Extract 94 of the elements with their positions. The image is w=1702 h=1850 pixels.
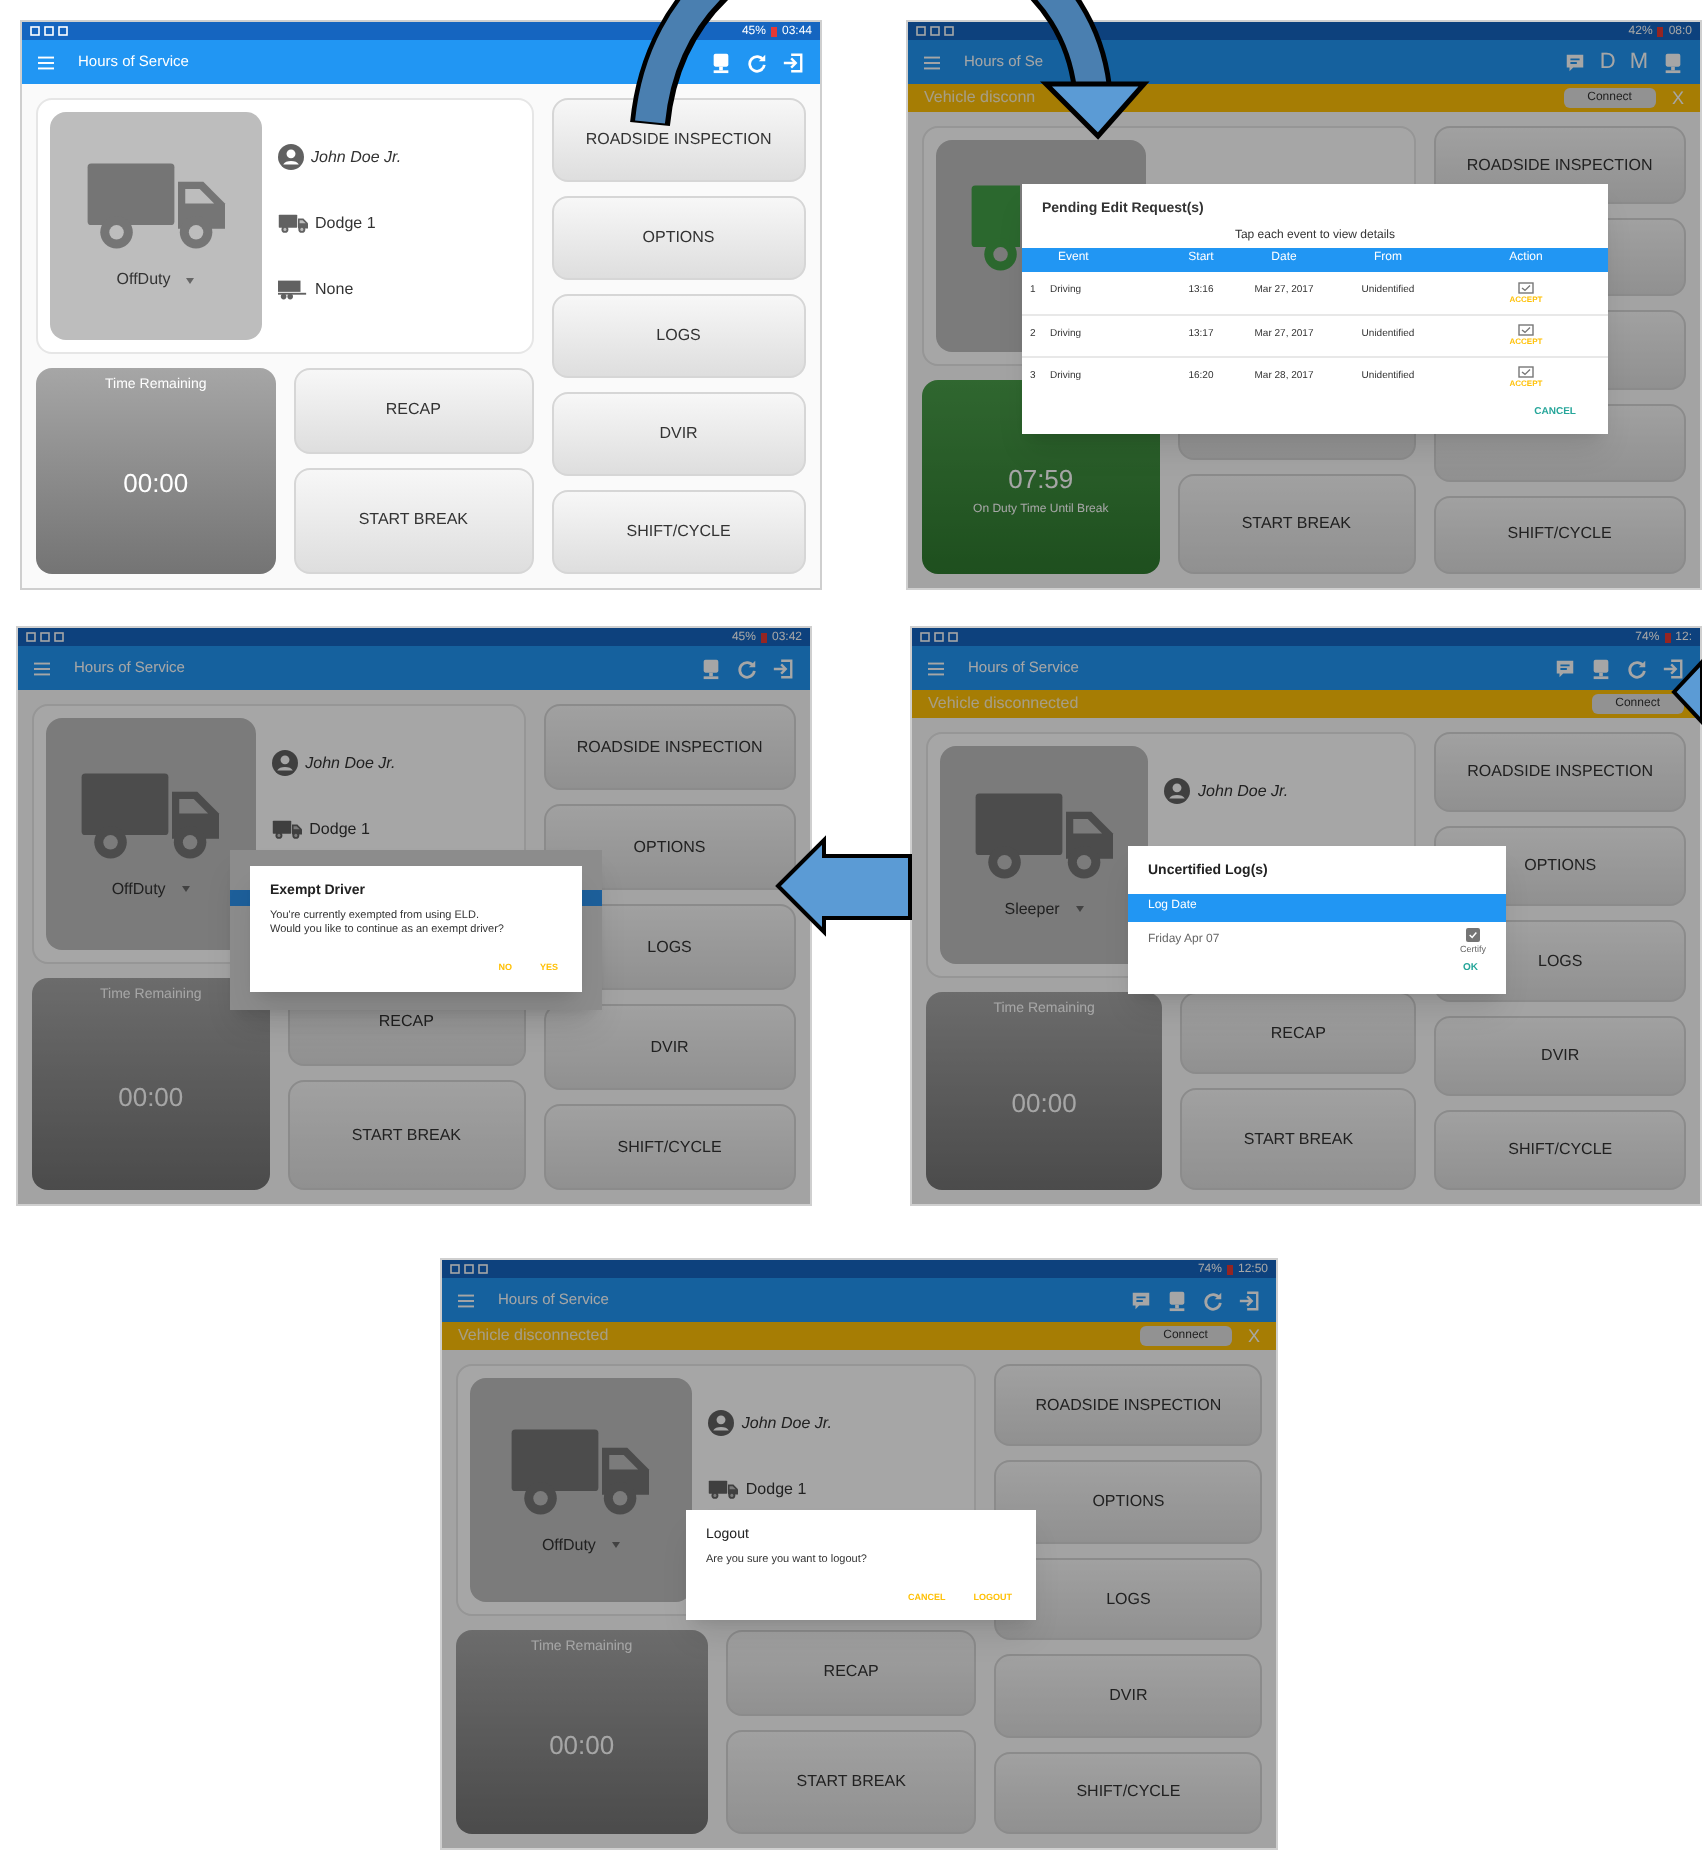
menu-button[interactable]: SHIFT/CYCLE bbox=[551, 490, 806, 574]
logout-icon[interactable] bbox=[782, 51, 804, 73]
menu-button[interactable]: START BREAK bbox=[1177, 474, 1416, 574]
truck-icon bbox=[83, 160, 228, 255]
battery-icon bbox=[759, 631, 768, 643]
menu-button[interactable]: SHIFT/CYCLE bbox=[543, 1104, 796, 1190]
menu-button[interactable]: RECAP bbox=[293, 367, 534, 454]
logout-icon[interactable] bbox=[1662, 657, 1684, 679]
menu-button[interactable]: DVIR bbox=[551, 392, 806, 476]
refresh-icon[interactable] bbox=[1626, 657, 1648, 679]
monitor-icon[interactable] bbox=[1662, 51, 1684, 73]
comment-check-icon bbox=[1518, 281, 1534, 295]
duty-status[interactable]: OffDuty bbox=[111, 877, 166, 902]
banner-text: Vehicle disconnected bbox=[458, 1324, 611, 1348]
duty-status[interactable]: Sleeper bbox=[1004, 897, 1060, 922]
truck-icon bbox=[271, 820, 302, 840]
driver-name: John Doe Jr. bbox=[311, 145, 402, 169]
time-value: 00:00 bbox=[1011, 1086, 1077, 1123]
vehicle-name: Dodge 1 bbox=[745, 1478, 807, 1502]
refresh-icon[interactable] bbox=[736, 657, 758, 679]
menu-button[interactable]: ROADSIDE INSPECTION bbox=[551, 98, 806, 182]
comment-check-icon bbox=[1518, 366, 1534, 380]
duty-status[interactable]: OffDuty bbox=[541, 1533, 596, 1558]
message-icon[interactable] bbox=[1130, 1289, 1152, 1311]
menu-button[interactable]: ROADSIDE INSPECTION bbox=[994, 1364, 1262, 1447]
menu-button[interactable]: SHIFT/CYCLE bbox=[994, 1751, 1262, 1835]
battery-icon bbox=[1225, 1263, 1234, 1275]
user-icon bbox=[271, 750, 298, 776]
left-arrow bbox=[1671, 656, 1702, 728]
menu-button[interactable]: DVIR bbox=[994, 1654, 1262, 1738]
menu-icon[interactable] bbox=[928, 661, 944, 675]
time-value: 07:59 bbox=[1008, 461, 1074, 498]
menu-button[interactable]: SHIFT/CYCLE bbox=[1433, 495, 1686, 575]
battery-icon bbox=[769, 25, 778, 37]
checkmark-icon bbox=[1467, 929, 1478, 939]
left-arrow bbox=[775, 835, 912, 937]
driver-name: John Doe Jr. bbox=[1198, 779, 1289, 803]
menu-button[interactable]: START BREAK bbox=[1180, 1088, 1417, 1190]
logout-icon[interactable] bbox=[772, 657, 794, 679]
menu-button[interactable]: RECAP bbox=[725, 1630, 977, 1715]
menu-icon[interactable] bbox=[38, 55, 54, 69]
time-value: 00:00 bbox=[118, 1079, 184, 1116]
caret-icon[interactable] bbox=[181, 886, 190, 893]
user-icon bbox=[1164, 778, 1191, 804]
menu-button[interactable]: LOGS bbox=[551, 294, 806, 378]
duty-status[interactable]: OffDuty bbox=[116, 268, 171, 293]
caret-icon[interactable] bbox=[1075, 906, 1084, 913]
banner-text: Vehicle disconnected bbox=[928, 692, 1081, 716]
message-icon[interactable] bbox=[1563, 51, 1586, 73]
menu-button[interactable]: START BREAK bbox=[287, 1080, 526, 1190]
truck-icon bbox=[277, 214, 308, 234]
caret-icon[interactable] bbox=[611, 1542, 620, 1549]
menu-icon[interactable] bbox=[458, 1293, 474, 1307]
time-value: 00:00 bbox=[123, 466, 189, 503]
truck-icon bbox=[508, 1425, 653, 1520]
monitor-icon[interactable] bbox=[1166, 1289, 1188, 1311]
driver-name: John Doe Jr. bbox=[741, 1411, 832, 1435]
menu-button[interactable]: DVIR bbox=[543, 1004, 796, 1090]
refresh-icon[interactable] bbox=[746, 51, 768, 73]
comment-check-icon bbox=[1518, 324, 1534, 338]
menu-button[interactable]: ROADSIDE INSPECTION bbox=[543, 704, 796, 790]
monitor-icon[interactable] bbox=[1590, 657, 1612, 679]
menu-icon[interactable] bbox=[924, 55, 940, 69]
monitor-icon[interactable] bbox=[700, 657, 722, 679]
banner-text: Vehicle disconn bbox=[924, 86, 1038, 110]
message-icon[interactable] bbox=[1554, 657, 1576, 679]
logout-icon[interactable] bbox=[1238, 1289, 1260, 1311]
menu-icon[interactable] bbox=[34, 661, 50, 675]
truck-icon bbox=[968, 181, 1021, 276]
truck-icon bbox=[78, 769, 223, 864]
certify-checkbox[interactable] bbox=[1465, 927, 1480, 941]
battery-icon bbox=[1663, 631, 1672, 643]
menu-button[interactable]: START BREAK bbox=[725, 1729, 977, 1834]
menu-button[interactable]: OPTIONS bbox=[994, 1460, 1262, 1544]
monitor-icon[interactable] bbox=[710, 51, 732, 73]
user-icon bbox=[707, 1410, 734, 1436]
menu-button[interactable]: SHIFT/CYCLE bbox=[1434, 1109, 1686, 1191]
trailer-name: None bbox=[315, 278, 354, 302]
vehicle-name: Dodge 1 bbox=[309, 818, 370, 842]
trailer-icon bbox=[277, 280, 308, 300]
menu-button[interactable]: OPTIONS bbox=[551, 196, 806, 280]
menu-button[interactable]: DVIR bbox=[1434, 1015, 1686, 1096]
battery-icon bbox=[1656, 25, 1665, 37]
refresh-icon[interactable] bbox=[1202, 1289, 1224, 1311]
menu-button[interactable]: RECAP bbox=[1180, 991, 1417, 1075]
menu-button[interactable]: START BREAK bbox=[293, 467, 534, 574]
time-value: 00:00 bbox=[549, 1727, 615, 1764]
caret-icon[interactable] bbox=[186, 277, 195, 284]
menu-button[interactable]: ROADSIDE INSPECTION bbox=[1434, 732, 1686, 813]
truck-icon bbox=[972, 789, 1117, 884]
vehicle-name: Dodge 1 bbox=[315, 212, 376, 236]
user-icon bbox=[277, 144, 304, 170]
truck-icon bbox=[707, 1480, 738, 1500]
driver-name: John Doe Jr. bbox=[305, 751, 396, 775]
